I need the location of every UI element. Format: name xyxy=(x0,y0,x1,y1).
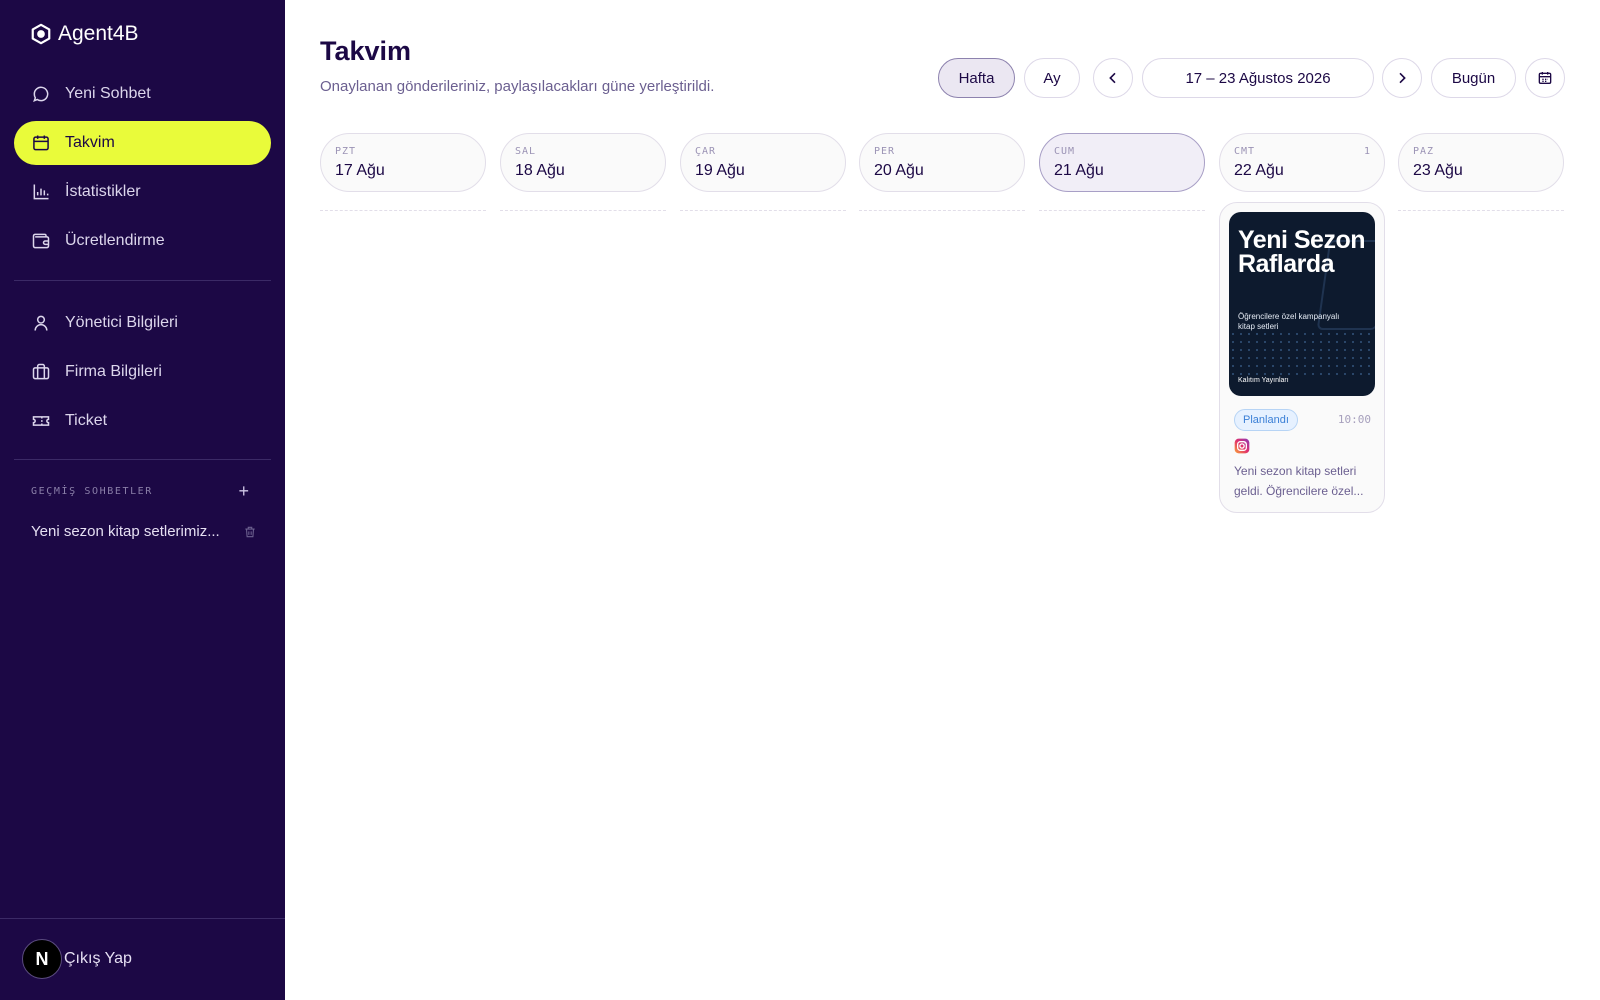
history-item[interactable]: Yeni sezon kitap setlerimiz... xyxy=(31,523,257,540)
day-column-empty xyxy=(1398,210,1564,211)
view-week-button[interactable]: Hafta xyxy=(938,58,1015,98)
day-header-wed[interactable]: ÇAR 19 Ağu xyxy=(680,133,846,192)
day-date: 23 Ağu xyxy=(1413,162,1463,179)
day-column-empty xyxy=(859,210,1025,211)
nav-item-ticket[interactable]: Ticket xyxy=(14,399,271,443)
add-chat-icon[interactable]: + xyxy=(238,482,249,500)
ticket-icon xyxy=(32,416,50,426)
post-caption-line: geldi. Öğrencilere özel... xyxy=(1234,484,1364,498)
secondary-nav: Yönetici Bilgileri Firma Bilgileri Ticke… xyxy=(14,301,271,448)
history-item-label: Yeni sezon kitap setlerimiz... xyxy=(31,523,220,540)
nav-item-label: Yönetici Bilgileri xyxy=(65,314,178,331)
briefcase-icon xyxy=(32,363,50,380)
poster-headline: Yeni Sezon Raflarda xyxy=(1238,226,1365,278)
status-badge: Planlandı xyxy=(1234,409,1298,431)
instagram-icon xyxy=(1234,438,1250,454)
sidebar-divider xyxy=(14,459,271,460)
sidebar-footer-divider xyxy=(0,918,285,919)
day-column-empty xyxy=(1039,210,1205,211)
day-of-week: SAL xyxy=(515,146,537,157)
primary-nav: Yeni Sohbet Takvim İstatistikler Ücretle… xyxy=(14,72,271,268)
post-image: Yeni Sezon Raflarda Öğrencilere özel kam… xyxy=(1229,212,1375,396)
day-date: 20 Ağu xyxy=(874,162,924,179)
avatar[interactable]: N xyxy=(22,939,62,979)
post-caption-line: Yeni sezon kitap setleri xyxy=(1234,464,1357,478)
date-range-display[interactable]: 17 – 23 Ağustos 2026 xyxy=(1142,58,1374,98)
day-date: 21 Ağu xyxy=(1054,162,1104,179)
day-date: 19 Ağu xyxy=(695,162,745,179)
nav-item-pricing[interactable]: Ücretlendirme xyxy=(14,219,271,263)
brand-logo[interactable]: Agent4B xyxy=(30,22,139,46)
nav-item-label: Ücretlendirme xyxy=(65,232,165,249)
day-header-sat[interactable]: CMT 1 22 Ağu xyxy=(1219,133,1385,192)
post-caption: Yeni sezon kitap setleri geldi. Öğrencil… xyxy=(1234,461,1374,501)
day-header-thu[interactable]: PER 20 Ağu xyxy=(859,133,1025,192)
calendar-icon xyxy=(1538,72,1552,84)
day-header-mon[interactable]: PZT 17 Ağu xyxy=(320,133,486,192)
date-picker-button[interactable] xyxy=(1525,58,1565,98)
day-of-week: PER xyxy=(874,146,896,157)
day-header-tue[interactable]: SAL 18 Ağu xyxy=(500,133,666,192)
nav-item-label: İstatistikler xyxy=(65,183,141,200)
nav-item-label: Firma Bilgileri xyxy=(65,363,162,380)
prev-week-button[interactable] xyxy=(1093,58,1133,98)
brand-mark-icon xyxy=(31,23,51,45)
chevron-right-icon xyxy=(1399,72,1406,84)
day-of-week: ÇAR xyxy=(695,146,717,157)
day-column-empty xyxy=(500,210,666,211)
nav-item-admin-info[interactable]: Yönetici Bilgileri xyxy=(14,301,271,345)
nav-item-new-chat[interactable]: Yeni Sohbet xyxy=(14,72,271,116)
sidebar-divider xyxy=(14,280,271,281)
day-header-sun[interactable]: PAZ 23 Ağu xyxy=(1398,133,1564,192)
logout-button[interactable]: Çıkış Yap xyxy=(64,950,132,968)
nav-item-calendar[interactable]: Takvim xyxy=(14,121,271,165)
day-header-fri[interactable]: CUM 21 Ağu xyxy=(1039,133,1205,192)
poster-dot-pattern xyxy=(1229,330,1375,380)
nav-item-company-info[interactable]: Firma Bilgileri xyxy=(14,350,271,394)
brand-name: Agent4B xyxy=(58,22,139,45)
day-of-week: CUM xyxy=(1054,146,1076,157)
day-of-week: CMT xyxy=(1234,146,1256,157)
next-week-button[interactable] xyxy=(1382,58,1422,98)
scheduled-post-card[interactable]: Yeni Sezon Raflarda Öğrencilere özel kam… xyxy=(1219,202,1385,513)
nav-item-label: Yeni Sohbet xyxy=(65,85,151,102)
day-of-week: PZT xyxy=(335,146,357,157)
trash-icon[interactable] xyxy=(243,525,257,539)
nav-item-label: Takvim xyxy=(65,134,115,151)
wallet-icon xyxy=(32,233,50,249)
nav-item-label: Ticket xyxy=(65,412,108,429)
history-title: GEÇMİŞ SOHBETLER xyxy=(31,485,153,497)
chevron-left-icon xyxy=(1109,72,1116,84)
chat-bubble-icon xyxy=(33,86,49,102)
view-month-button[interactable]: Ay xyxy=(1024,58,1080,98)
sidebar: Agent4B Yeni Sohbet Takvim İstatistikler… xyxy=(0,0,285,1000)
post-count-badge: 1 xyxy=(1363,146,1370,157)
calendar-icon xyxy=(33,135,49,151)
day-date: 18 Ağu xyxy=(515,162,565,179)
page-title: Takvim xyxy=(320,36,412,66)
poster-brand: Kalıtım Yayınları xyxy=(1238,377,1289,384)
day-column-empty xyxy=(680,210,846,211)
day-of-week: PAZ xyxy=(1413,146,1435,157)
page-subtitle: Onaylanan gönderileriniz, paylaşılacakla… xyxy=(320,78,715,95)
day-date: 22 Ağu xyxy=(1234,162,1284,179)
poster-tagline: Öğrencilere özel kampanyalı kitap setler… xyxy=(1238,312,1340,331)
today-button[interactable]: Bugün xyxy=(1431,58,1516,98)
user-icon xyxy=(34,315,48,331)
day-column-empty xyxy=(320,210,486,211)
post-time: 10:00 xyxy=(1337,413,1371,426)
history-header: GEÇMİŞ SOHBETLER + xyxy=(31,482,249,500)
bar-chart-icon xyxy=(33,184,49,200)
day-date: 17 Ağu xyxy=(335,162,385,179)
nav-item-statistics[interactable]: İstatistikler xyxy=(14,170,271,214)
